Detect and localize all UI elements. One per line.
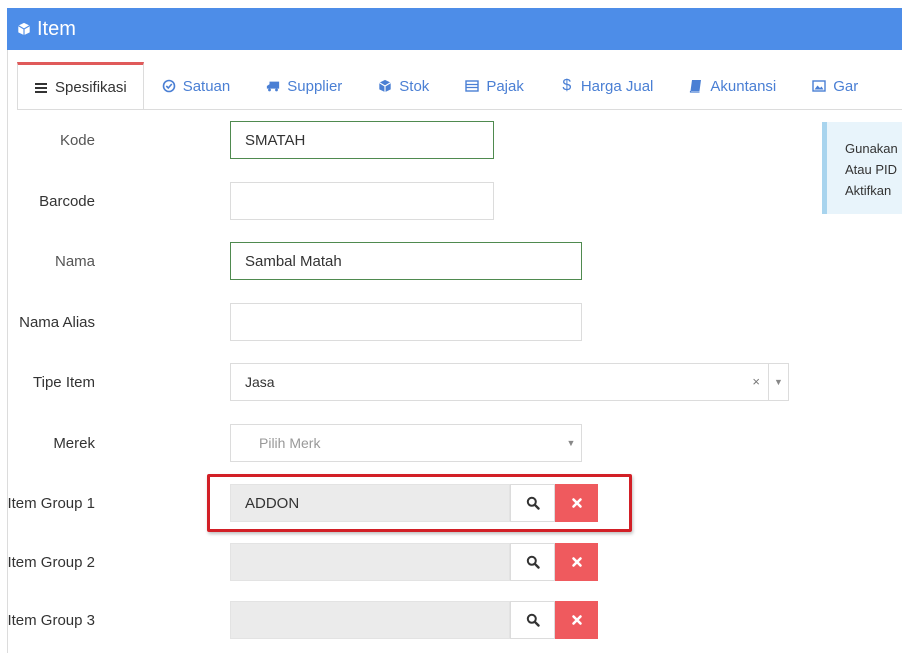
tipe-item-label: Tipe Item [33, 373, 95, 391]
item-group-3-input[interactable] [230, 601, 510, 639]
row-kode: Kode SMATAH [0, 121, 800, 159]
kode-label: Kode [59, 131, 95, 149]
tab-harga-jual[interactable]: $ Harga Jual [542, 62, 672, 109]
item-group-2-search-button[interactable] [510, 543, 555, 581]
highlight-annotation [207, 474, 632, 532]
tab-satuan[interactable]: Satuan [144, 62, 249, 109]
tab-label: Satuan [182, 77, 231, 95]
info-callout: Gunakan Atau PID Aktifkan [822, 122, 902, 214]
table-icon [465, 80, 480, 92]
row-nama: Nama Sambal Matah [0, 242, 800, 280]
row-item-group-2: Item Group 2 [0, 543, 800, 581]
chevron-down-icon[interactable]: ▼ [768, 364, 788, 400]
clear-icon[interactable]: × [752, 374, 760, 389]
merek-label: Merek [53, 434, 95, 452]
close-icon [571, 557, 582, 567]
page-header: Item [7, 8, 902, 50]
close-icon [571, 615, 582, 625]
tab-stok[interactable]: Stok [360, 62, 447, 109]
info-line: Gunakan [845, 141, 898, 156]
info-line: Atau PID [845, 162, 898, 177]
chevron-down-icon[interactable]: ▼ [561, 425, 581, 461]
check-circle-icon [162, 79, 176, 93]
tab-bar: Spesifikasi Satuan Supplier Stok Pajak $… [17, 62, 902, 110]
item-group-3-search-button[interactable] [510, 601, 555, 639]
tab-gambar[interactable]: Gar [794, 62, 876, 109]
item-group-2-clear-button[interactable] [555, 543, 598, 581]
tab-label: Pajak [486, 77, 524, 95]
page-title: Item [37, 17, 76, 40]
row-merek: Merek Pilih Merk ▼ [0, 424, 800, 462]
tab-akuntansi[interactable]: Akuntansi [671, 62, 794, 109]
item-group-2-input[interactable] [230, 543, 510, 581]
item-group-1-label: Item Group 1 [7, 494, 95, 512]
book-icon [690, 80, 702, 93]
merek-placeholder: Pilih Merk [259, 435, 321, 451]
tab-label: Supplier [287, 77, 343, 95]
kode-input[interactable]: SMATAH [230, 121, 494, 159]
tab-label: Stok [399, 77, 430, 95]
tab-spesifikasi[interactable]: Spesifikasi [17, 62, 144, 109]
image-icon [812, 80, 826, 92]
merek-select[interactable]: Pilih Merk ▼ [230, 424, 582, 462]
barcode-label: Barcode [39, 192, 95, 210]
tab-label: Spesifikasi [55, 79, 127, 96]
dollar-icon: $ [562, 77, 572, 94]
nama-input[interactable]: Sambal Matah [230, 242, 582, 280]
tab-label: Akuntansi [710, 77, 777, 95]
item-group-3-clear-button[interactable] [555, 601, 598, 639]
nama-value: Sambal Matah [245, 252, 342, 270]
tipe-item-select[interactable]: Jasa × ▼ [230, 363, 789, 401]
nama-alias-input[interactable] [230, 303, 582, 341]
tab-pajak[interactable]: Pajak [447, 62, 542, 109]
row-nama-alias: Nama Alias [0, 303, 800, 341]
barcode-input[interactable] [230, 182, 494, 220]
tipe-item-value: Jasa [245, 374, 275, 390]
search-icon [526, 555, 540, 569]
row-item-group-3: Item Group 3 [0, 601, 800, 639]
item-group-2-label: Item Group 2 [7, 553, 95, 571]
row-tipe-item: Tipe Item Jasa × ▼ [0, 363, 800, 401]
cube-icon [18, 22, 30, 36]
tab-label: Gar [833, 77, 859, 95]
frame-top [0, 0, 902, 8]
item-group-3-label: Item Group 3 [7, 611, 95, 629]
truck-icon [267, 81, 280, 92]
row-barcode: Barcode [0, 182, 800, 220]
tab-label: Harga Jual [580, 77, 654, 95]
tab-supplier[interactable]: Supplier [248, 62, 360, 109]
search-icon [526, 613, 540, 627]
info-line: Aktifkan [845, 183, 892, 198]
kode-value: SMATAH [245, 131, 306, 149]
nama-label: Nama [54, 252, 95, 270]
cube-icon [379, 79, 392, 93]
list-icon [35, 82, 47, 93]
nama-alias-label: Nama Alias [19, 313, 95, 331]
